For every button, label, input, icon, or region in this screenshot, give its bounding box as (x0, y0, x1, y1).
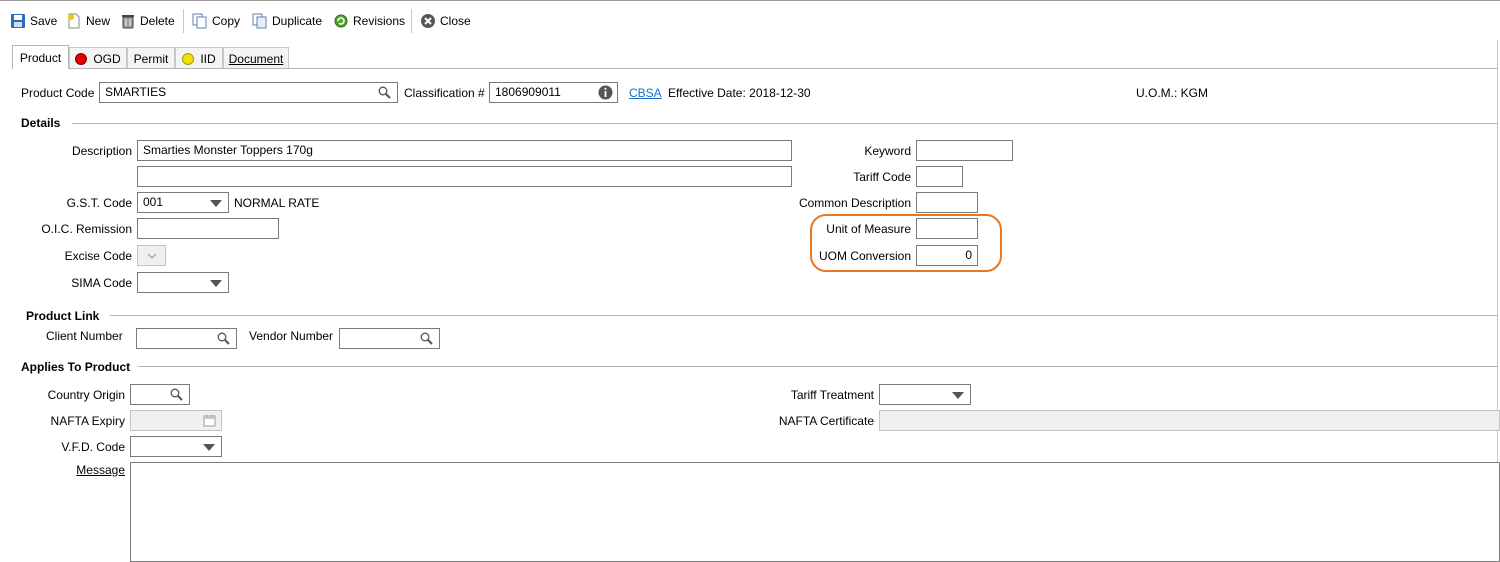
revisions-icon (333, 13, 349, 29)
trash-icon (120, 13, 136, 29)
close-button[interactable]: Close (420, 10, 471, 32)
nafta-expiry-label: NAFTA Expiry (50, 414, 125, 428)
nafta-expiry-field[interactable] (130, 410, 222, 431)
details-section-title: Details (21, 116, 61, 130)
description-line2-field[interactable] (137, 166, 792, 187)
excise-code-select[interactable] (137, 245, 166, 266)
highlight-annotation (810, 214, 1002, 272)
classification-field[interactable]: 1806909011 (489, 82, 618, 103)
product-link-section-title: Product Link (26, 309, 100, 323)
tariff-code-field[interactable] (916, 166, 963, 187)
nafta-certificate-label: NAFTA Certificate (778, 414, 874, 428)
chevron-down-icon (203, 444, 215, 451)
sima-code-select[interactable] (137, 272, 229, 293)
client-number-label: Client Number (46, 329, 123, 343)
common-description-field[interactable] (916, 192, 978, 213)
common-description-label: Common Description (798, 196, 911, 210)
chevron-down-icon (210, 280, 222, 287)
gst-code-label: G.S.T. Code (66, 196, 132, 210)
description-field[interactable]: Smarties Monster Toppers 170g (137, 140, 792, 161)
nafta-certificate-field[interactable] (879, 410, 1500, 431)
details-divider (72, 123, 1498, 124)
effective-date-text: Effective Date: 2018-12-30 (668, 86, 811, 100)
search-icon[interactable] (170, 388, 183, 401)
new-button[interactable]: New (66, 10, 110, 32)
applies-divider (138, 366, 1498, 367)
message-label: Message (76, 463, 125, 477)
gst-rate-text: NORMAL RATE (234, 196, 320, 210)
oic-remission-field[interactable] (137, 218, 279, 239)
red-status-icon (75, 52, 88, 65)
calendar-icon[interactable] (203, 414, 216, 427)
oic-remission-label: O.I.C. Remission (41, 222, 132, 236)
vendor-number-field[interactable] (339, 328, 440, 349)
gst-code-select[interactable]: 001 (137, 192, 229, 213)
yellow-status-icon (182, 52, 195, 65)
duplicate-icon (252, 13, 268, 29)
save-button[interactable]: Save (10, 10, 57, 32)
country-origin-label: Country Origin (47, 388, 125, 402)
sima-code-label: SIMA Code (71, 276, 132, 290)
search-icon[interactable] (378, 86, 391, 99)
description-label: Description (71, 144, 132, 158)
chevron-down-icon (147, 253, 157, 259)
country-origin-field[interactable] (130, 384, 190, 405)
search-icon[interactable] (420, 332, 433, 345)
toolbar: Save New Delete Copy Duplicate Revisions (0, 1, 1500, 39)
save-icon (10, 13, 26, 29)
product-code-field[interactable]: SMARTIES (99, 82, 398, 103)
toolbar-separator (183, 9, 184, 33)
vendor-number-label: Vendor Number (249, 329, 334, 343)
classification-label: Classification # (404, 86, 485, 100)
revisions-button[interactable]: Revisions (333, 10, 405, 32)
applies-section-title: Applies To Product (21, 360, 131, 374)
toolbar-separator (411, 9, 412, 33)
message-textarea[interactable] (130, 462, 1500, 562)
search-icon[interactable] (217, 332, 230, 345)
copy-icon (192, 13, 208, 29)
delete-button[interactable]: Delete (120, 10, 175, 32)
excise-code-label: Excise Code (64, 249, 132, 263)
duplicate-button[interactable]: Duplicate (252, 10, 322, 32)
tariff-code-label: Tariff Code (853, 170, 911, 184)
vfd-code-label: V.F.D. Code (61, 440, 125, 454)
chevron-down-icon (210, 200, 222, 207)
uom-text: U.O.M.: KGM (1136, 86, 1208, 100)
tariff-treatment-label: Tariff Treatment (790, 388, 874, 402)
tab-product[interactable]: Product (12, 45, 69, 69)
keyword-field[interactable] (916, 140, 1013, 161)
tariff-treatment-select[interactable] (879, 384, 971, 405)
client-number-field[interactable] (136, 328, 237, 349)
info-icon[interactable] (598, 85, 613, 100)
tab-strip-border (12, 68, 1498, 69)
tab-document[interactable]: Document (223, 47, 289, 69)
tab-permit[interactable]: Permit (127, 47, 175, 69)
product-link-divider (110, 315, 1498, 316)
product-code-label: Product Code (21, 86, 95, 100)
tab-iid[interactable]: IID (175, 47, 223, 69)
tab-ogd[interactable]: OGD (69, 47, 127, 69)
close-icon (420, 13, 436, 29)
copy-button[interactable]: Copy (192, 10, 240, 32)
chevron-down-icon (952, 392, 964, 399)
cbsa-link[interactable]: CBSA (629, 86, 662, 100)
new-document-icon (66, 13, 82, 29)
keyword-label: Keyword (864, 144, 911, 158)
vfd-code-select[interactable] (130, 436, 222, 457)
